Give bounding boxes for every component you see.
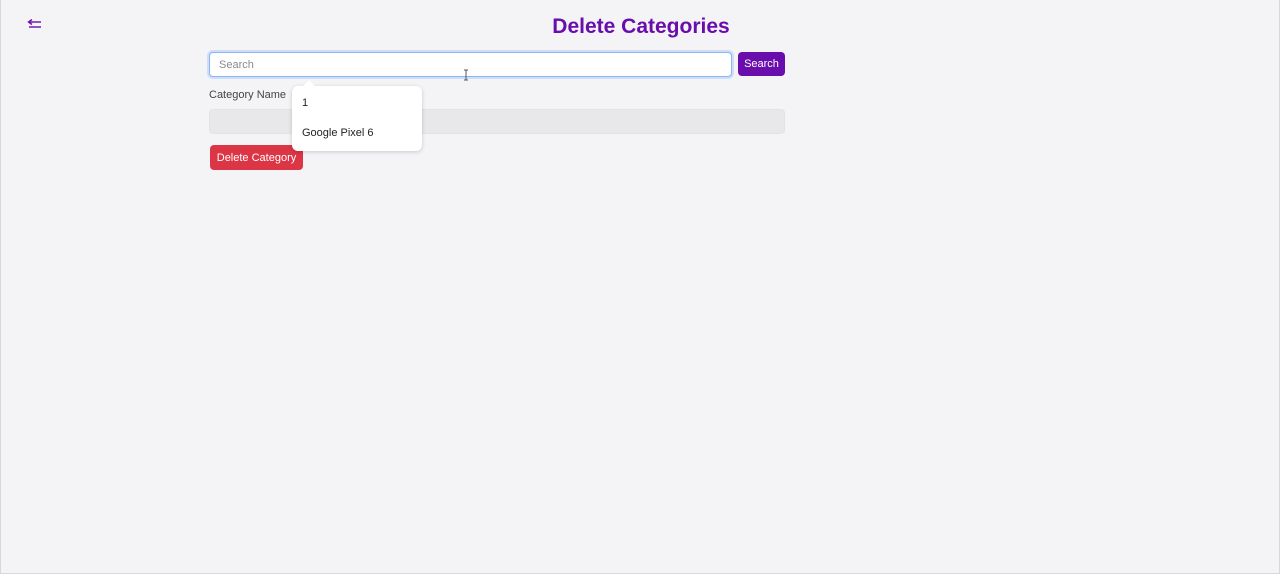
suggestion-item[interactable]: Google Pixel 6 <box>302 127 374 139</box>
text-cursor-icon <box>463 68 469 81</box>
search-suggestions-dropdown: 1 Google Pixel 6 <box>292 80 422 151</box>
search-input[interactable] <box>209 52 732 77</box>
delete-category-button[interactable]: Delete Category <box>210 145 303 170</box>
suggestion-item[interactable]: 1 <box>302 97 308 109</box>
search-button[interactable]: Search <box>738 52 785 76</box>
page-title: Delete Categories <box>552 15 730 38</box>
category-name-label: Category Name <box>209 89 287 101</box>
